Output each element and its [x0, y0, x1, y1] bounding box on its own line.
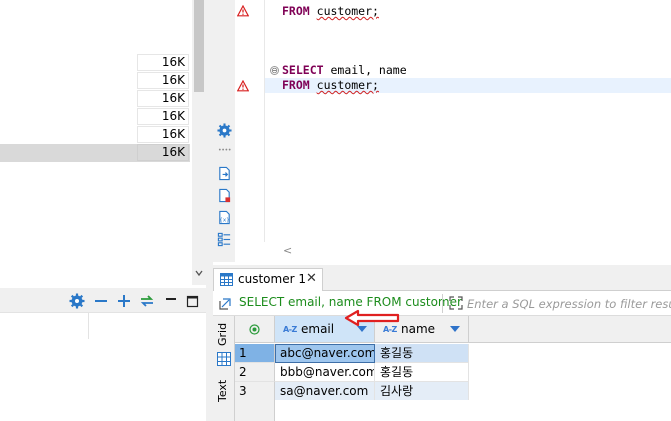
size-cell: 16K [137, 90, 189, 107]
cell-name[interactable]: 홍길동 [375, 344, 469, 363]
sql-keyword: SELECT [282, 63, 324, 77]
gutter-divider [264, 0, 265, 242]
tab-customer-1[interactable]: customer 1 ✕ [213, 268, 323, 291]
navigator-panel: 16K 16K 16K 16K 16K 16K [0, 0, 206, 285]
gear-icon[interactable] [69, 293, 85, 309]
cell-name[interactable]: 김사랑 [375, 382, 469, 401]
table-icon [220, 273, 233, 286]
text-type-icon: A-Z [383, 325, 397, 334]
expand-icon[interactable] [116, 293, 132, 309]
more-icon[interactable] [217, 142, 232, 157]
filter-divider [442, 294, 443, 313]
table-row[interactable]: 16K [0, 126, 190, 144]
export-icon[interactable] [217, 188, 232, 203]
select-all-icon[interactable] [249, 324, 260, 338]
tab-grid[interactable]: Grid [216, 320, 233, 348]
scrollbar-thumb[interactable] [194, 0, 204, 92]
maximize-icon[interactable] [185, 293, 201, 309]
filter-input[interactable] [467, 294, 671, 313]
view-switcher: Grid Text [213, 316, 235, 421]
column-label: email [301, 322, 335, 336]
cell-email[interactable]: sa@naver.com [275, 382, 375, 401]
column-header-email[interactable]: A-Z email [275, 316, 375, 343]
grid-header-filler [469, 316, 671, 343]
table-identifier: customer; [316, 78, 379, 92]
svg-text:{x}: {x} [219, 217, 229, 223]
results-panel: customer 1 ✕ SELECT email, name FROM cus… [213, 265, 671, 421]
editor-horizontal-scrollbar[interactable]: < [265, 243, 671, 260]
row-number[interactable]: 1 [235, 344, 275, 363]
properties-panel [0, 313, 206, 421]
table-row[interactable]: 16K [0, 90, 190, 108]
cell-name[interactable]: 홍길동 [375, 363, 469, 382]
table-row[interactable]: 16K [0, 72, 190, 90]
close-icon[interactable]: ✕ [306, 271, 317, 286]
execute-script-icon[interactable] [217, 166, 232, 181]
scroll-left-icon[interactable]: < [283, 244, 292, 257]
collapse-icon[interactable] [93, 293, 109, 309]
results-grid: A-Z email A-Z name 1 abc@naver.com 홍길동 2… [235, 316, 671, 421]
properties-toolbar [0, 288, 206, 313]
cell-email[interactable]: bbb@naver.com [275, 363, 375, 382]
size-cell: 16K [137, 108, 189, 125]
scroll-down-icon[interactable] [192, 268, 206, 282]
filter-history-icon[interactable] [218, 297, 232, 311]
size-cell: 16K [137, 72, 189, 89]
code-line[interactable]: SELECT email, name [282, 63, 407, 78]
filter-query-text: SELECT email, name FROM customer [239, 295, 462, 309]
table-row[interactable]: 16K [0, 108, 190, 126]
link-icon[interactable] [139, 293, 155, 309]
warning-icon[interactable] [236, 4, 250, 17]
table-row-selected[interactable]: 16K [0, 144, 190, 162]
outline-icon[interactable] [217, 232, 232, 247]
editor-side-toolbar: {x} [213, 0, 235, 262]
panel-divider[interactable] [206, 0, 213, 421]
row-number[interactable]: 2 [235, 363, 275, 382]
row-number-filler [235, 400, 275, 421]
sql-keyword: FROM [282, 4, 310, 18]
tab-text[interactable]: Text [216, 376, 233, 406]
sql-editor[interactable]: {x} FROM customer; ⊖ SELECT email, name … [213, 0, 671, 262]
table-row[interactable]: 16K [0, 54, 190, 72]
navigator-scrollbar[interactable] [192, 0, 206, 285]
column-label: name [401, 322, 436, 336]
sql-keyword: FROM [282, 78, 310, 92]
sort-dropdown-icon[interactable] [450, 326, 460, 332]
fold-toggle-icon[interactable]: ⊖ [270, 66, 279, 75]
column-list: email, name [323, 63, 407, 77]
size-cell: 16K [137, 144, 189, 161]
results-tabbar: customer 1 ✕ [213, 265, 671, 291]
row-number[interactable]: 3 [235, 382, 275, 401]
row-number-header[interactable] [235, 316, 275, 343]
grid-icon[interactable] [216, 351, 232, 367]
expand-editor-icon[interactable] [449, 296, 463, 310]
table-identifier: customer; [316, 4, 379, 18]
grid-empty-area [235, 400, 671, 421]
size-cell: 16K [137, 126, 189, 143]
variables-icon[interactable]: {x} [217, 210, 232, 225]
warning-icon[interactable] [236, 79, 250, 92]
code-line-current[interactable]: FROM customer; [265, 78, 671, 93]
column-header-name[interactable]: A-Z name [375, 316, 469, 343]
minimize-icon[interactable] [163, 293, 179, 309]
column-divider [88, 313, 89, 339]
size-cell: 16K [137, 54, 189, 71]
sort-dropdown-icon[interactable] [357, 326, 367, 332]
annotation-ruler [235, 0, 249, 262]
code-line[interactable]: FROM customer; [282, 4, 379, 19]
filter-bar: SELECT email, name FROM customer [213, 291, 671, 316]
text-type-icon: A-Z [283, 325, 297, 334]
tab-label: customer 1 [238, 272, 306, 286]
cell-email[interactable]: abc@naver.com [275, 344, 375, 363]
gear-icon[interactable] [217, 123, 232, 138]
